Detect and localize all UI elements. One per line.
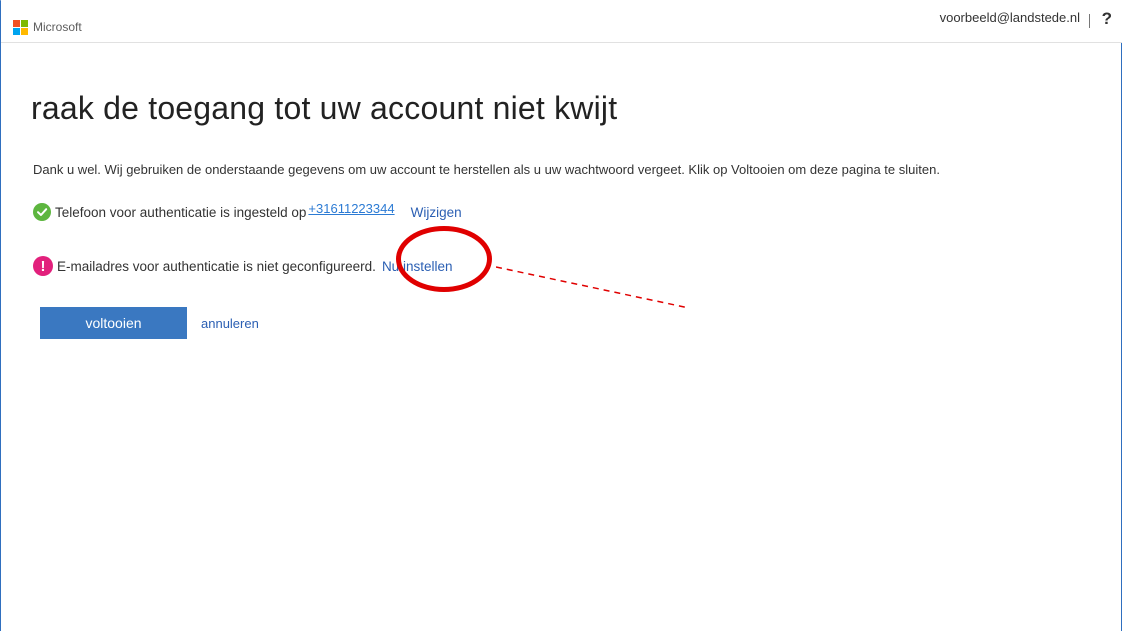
user-email[interactable]: voorbeeld@landstede.nl	[940, 10, 1080, 25]
phone-number-link[interactable]: +31611223344	[308, 201, 394, 216]
logo-green-square	[21, 20, 28, 27]
setup-email-link[interactable]: Nu instellen	[382, 259, 453, 274]
header-divider	[1089, 14, 1090, 28]
cancel-link[interactable]: annuleren	[201, 316, 259, 331]
microsoft-logo-icon	[13, 20, 28, 35]
logo-blue-square	[13, 28, 20, 35]
help-icon[interactable]: ?	[1102, 9, 1112, 29]
checkmark-icon	[33, 203, 51, 221]
email-auth-text: E-mailadres voor authenticatie is niet g…	[57, 258, 376, 274]
finish-button[interactable]: voltooien	[40, 307, 187, 339]
logo-red-square	[13, 20, 20, 27]
change-phone-link[interactable]: Wijzigen	[411, 205, 462, 220]
email-auth-row: ! E-mailadres voor authenticatie is niet…	[33, 256, 452, 276]
page-title: raak de toegang tot uw account niet kwij…	[31, 90, 618, 126]
top-bar: Microsoft voorbeeld@landstede.nl ?	[1, 0, 1122, 43]
logo-yellow-square	[21, 28, 28, 35]
phone-auth-row: Telefoon voor authenticatie is ingesteld…	[33, 201, 462, 221]
brand-name: Microsoft	[33, 20, 82, 34]
intro-text: Dank u wel. Wij gebruiken de onderstaand…	[33, 162, 940, 177]
phone-auth-text: Telefoon voor authenticatie is ingesteld…	[55, 204, 307, 220]
exclamation-icon: !	[33, 256, 53, 276]
